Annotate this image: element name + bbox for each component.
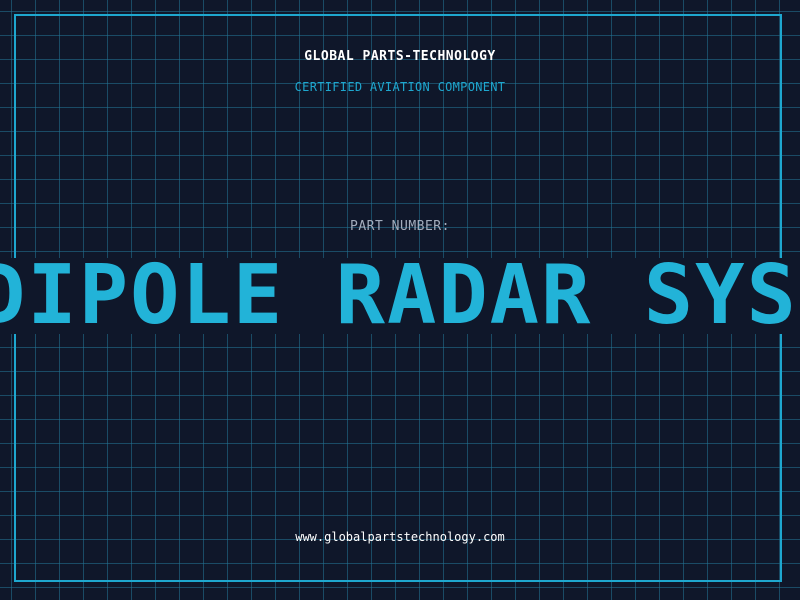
website-url: www.globalpartstechnology.com [295,530,505,544]
company-name: GLOBAL PARTS-TECHNOLOGY [304,49,496,64]
part-number-value: DIPOLE RADAR SYSTEM [0,258,800,334]
part-number-label: PART NUMBER: [350,219,450,234]
certification-subtitle: CERTIFIED AVIATION COMPONENT [294,80,506,94]
part-number-banner: DIPOLE RADAR SYSTEM [0,258,800,334]
blueprint-page: GLOBAL PARTS-TECHNOLOGY CERTIFIED AVIATI… [0,0,800,600]
